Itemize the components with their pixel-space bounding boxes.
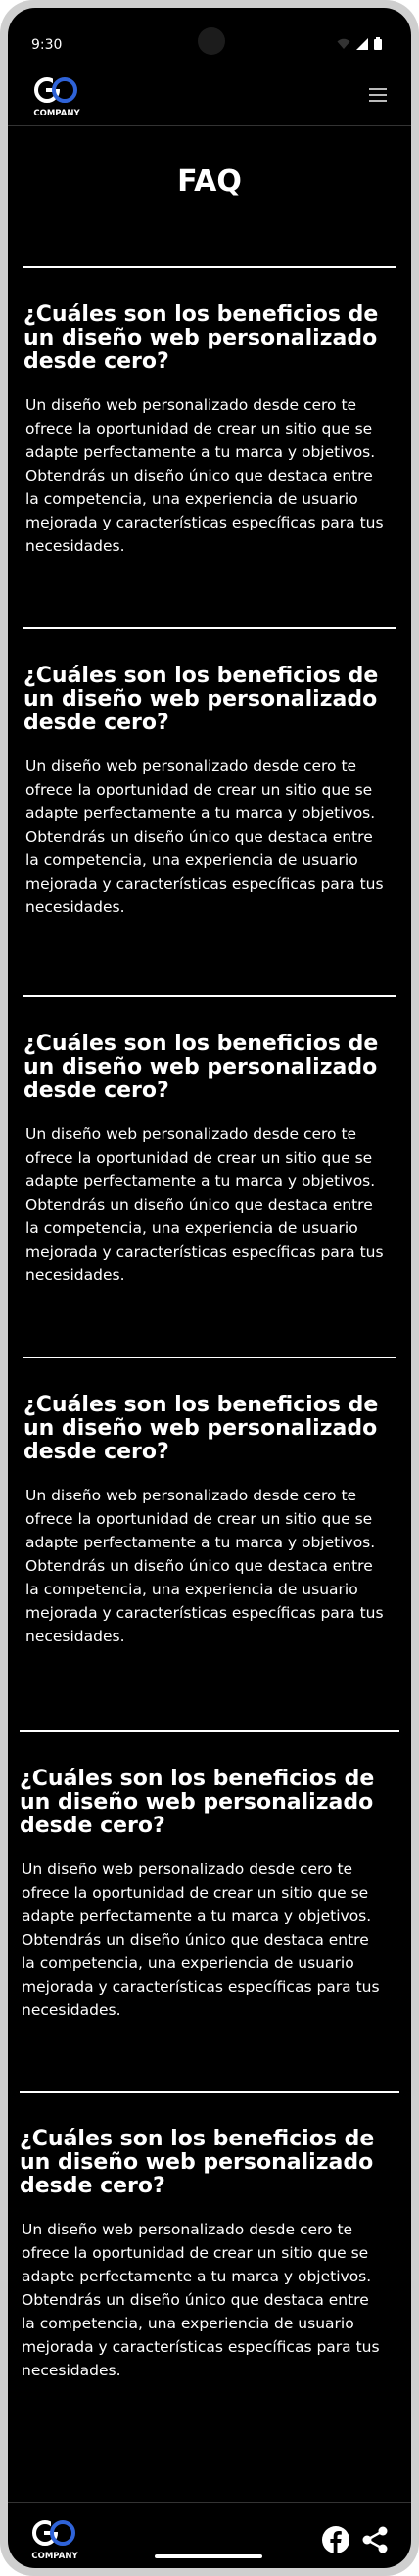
app-screen: 9:30 COMPANY FAQ ¿Cuáles son los benefic…: [8, 8, 411, 2568]
site-header: COMPANY: [8, 70, 411, 129]
faq-item: ¿Cuáles son los beneficios de un diseño …: [8, 2091, 411, 2382]
faq-question[interactable]: ¿Cuáles son los beneficios de un diseño …: [8, 2128, 382, 2198]
home-indicator[interactable]: [155, 2554, 262, 2558]
faq-answer: Un diseño web personalizado desde cero t…: [22, 2221, 380, 2379]
faq-item: ¿Cuáles son los beneficios de un diseño …: [8, 627, 411, 919]
faq-divider: [20, 1730, 399, 1732]
logo-text: COMPANY: [33, 109, 80, 118]
faq-item: ¿Cuáles son los beneficios de un diseño …: [8, 1357, 411, 1648]
status-icons: [337, 37, 382, 50]
faq-item: ¿Cuáles son los beneficios de un diseño …: [8, 995, 411, 1287]
footer-divider: [8, 2502, 411, 2503]
share-icon[interactable]: [360, 2525, 390, 2554]
front-camera: [198, 27, 225, 55]
faq-divider: [23, 627, 396, 629]
faq-answer: Un diseño web personalizado desde cero t…: [25, 1126, 384, 1284]
status-bar: 9:30: [8, 8, 411, 70]
footer-company-logo[interactable]: COMPANY: [29, 2517, 80, 2562]
faq-divider: [23, 995, 396, 997]
status-time: 9:30: [31, 37, 63, 53]
site-footer: COMPANY: [8, 2504, 411, 2568]
company-logo[interactable]: COMPANY: [31, 74, 82, 119]
wifi-icon: [337, 38, 350, 49]
faq-divider: [23, 266, 396, 268]
faq-question[interactable]: ¿Cuáles son los beneficios de un diseño …: [8, 303, 386, 374]
phone-frame: 9:30 COMPANY FAQ ¿Cuáles son los benefic…: [0, 0, 419, 2576]
faq-divider: [20, 2091, 399, 2093]
faq-item: ¿Cuáles son los beneficios de un diseño …: [8, 1730, 411, 2022]
signal-icon: [356, 37, 368, 50]
faq-answer: Un diseño web personalizado desde cero t…: [22, 1861, 380, 2019]
footer-logo-text: COMPANY: [31, 2552, 78, 2561]
hamburger-menu-icon[interactable]: [364, 84, 392, 112]
faq-question[interactable]: ¿Cuáles son los beneficios de un diseño …: [8, 1768, 382, 1838]
faq-answer: Un diseño web personalizado desde cero t…: [25, 396, 384, 555]
page-title: FAQ: [177, 164, 242, 199]
facebook-icon[interactable]: [321, 2525, 350, 2554]
faq-question[interactable]: ¿Cuáles son los beneficios de un diseño …: [8, 665, 386, 735]
faq-item: ¿Cuáles son los beneficios de un diseño …: [8, 266, 411, 558]
header-divider: [8, 125, 411, 126]
faq-question[interactable]: ¿Cuáles son los beneficios de un diseño …: [8, 1394, 386, 1464]
faq-divider: [23, 1357, 396, 1358]
faq-answer: Un diseño web personalizado desde cero t…: [25, 1487, 384, 1645]
faq-answer: Un diseño web personalizado desde cero t…: [25, 758, 384, 916]
faq-question[interactable]: ¿Cuáles son los beneficios de un diseño …: [8, 1033, 386, 1103]
battery-icon: [374, 37, 382, 50]
